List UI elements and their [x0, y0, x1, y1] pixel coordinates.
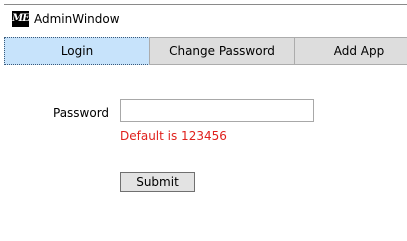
tab-change-password[interactable]: Change Password: [149, 37, 295, 65]
tab-add-app[interactable]: Add App: [294, 37, 407, 65]
window-top-border: [4, 4, 407, 5]
default-password-hint: Default is 123456: [120, 129, 227, 143]
window-title: AdminWindow: [34, 12, 120, 26]
login-panel: Password Default is 123456 Submit: [0, 66, 407, 241]
tab-bar: Login Change Password Add App: [4, 37, 407, 66]
tab-login[interactable]: Login: [4, 37, 150, 65]
admin-window: ME AdminWindow Login Change Password Add…: [0, 0, 407, 241]
title-bar: ME AdminWindow: [4, 8, 407, 30]
password-label: Password: [53, 106, 110, 120]
submit-button[interactable]: Submit: [120, 172, 195, 192]
app-logo-icon: ME: [12, 11, 30, 27]
password-input[interactable]: [120, 99, 314, 122]
